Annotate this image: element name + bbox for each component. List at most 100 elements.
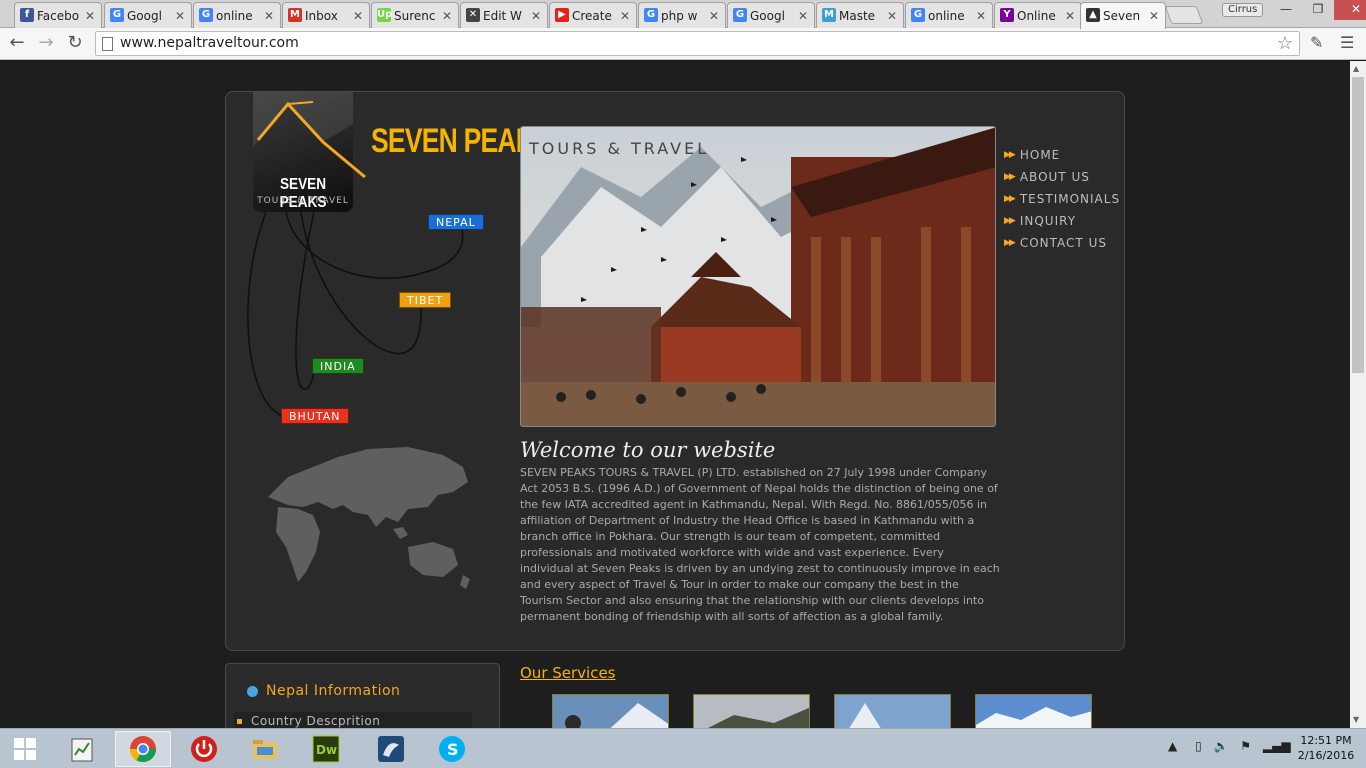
nav-contact-us[interactable]: ▶▶ CONTACT US (1004, 232, 1120, 254)
nav-about-us[interactable]: ▶▶ ABOUT US (1004, 166, 1120, 188)
country-tag-tibet[interactable]: TIBET (399, 292, 452, 308)
minimize-icon[interactable]: — (1270, 0, 1302, 20)
service-photo (553, 695, 668, 728)
start-button[interactable] (0, 731, 50, 767)
arrow-bullet-icon: ▶▶ (1004, 194, 1016, 204)
bookmark-star-icon[interactable]: ☆ (1277, 33, 1293, 54)
action-center-flag-icon[interactable]: ⚑ (1240, 739, 1251, 753)
browser-tab[interactable]: G Googl ✕ (104, 2, 192, 28)
tab-close-icon[interactable]: ✕ (709, 9, 719, 23)
browser-tab[interactable]: Gonline ✕ (905, 2, 993, 28)
taskbar-app-notepad[interactable] (54, 731, 110, 767)
tab-close-icon[interactable]: ✕ (1065, 9, 1075, 23)
browser-tab[interactable]: M Maste ✕ (816, 2, 904, 28)
chart-notepad-icon (71, 738, 93, 762)
tab-title: Inbox (305, 8, 338, 23)
temple-photo (521, 127, 995, 426)
dreamweaver-icon: Dw (312, 735, 340, 763)
show-hidden-icons-icon[interactable]: ▲ (1168, 739, 1177, 753)
browser-tab[interactable]: Gonline ✕ (193, 2, 281, 28)
page-scrollbar[interactable]: ▲ ▼ (1350, 61, 1366, 728)
tools-icon: ✕ (466, 8, 480, 22)
service-thumb-3[interactable] (834, 694, 951, 728)
nav-testimonials[interactable]: ▶▶ TESTIMONIALS (1004, 188, 1120, 210)
hero-image: TOURS & TRAVEL (520, 126, 996, 427)
url-text[interactable]: www.nepaltraveltour.com (120, 35, 299, 51)
tab-close-icon[interactable]: ✕ (353, 9, 363, 23)
square-bullet-icon (237, 719, 242, 724)
window-close-icon[interactable]: ✕ (1334, 0, 1366, 20)
tab-close-icon[interactable]: ✕ (175, 9, 185, 23)
service-thumb-2[interactable] (693, 694, 810, 728)
taskbar-app-dreamweaver[interactable]: Dw (298, 731, 354, 767)
new-tab-button[interactable] (1164, 6, 1204, 24)
tab-close-icon[interactable]: ✕ (620, 9, 630, 23)
tab-close-icon[interactable]: ✕ (85, 9, 95, 23)
service-thumb-1[interactable] (552, 694, 669, 728)
taskbar-app-power[interactable] (176, 731, 232, 767)
scroll-down-icon[interactable]: ▼ (1353, 715, 1359, 724)
page-icon (102, 37, 113, 51)
nepal-info-panel: Nepal Information Country Descprition (225, 663, 500, 728)
facebook-icon: f (20, 8, 34, 22)
forward-icon[interactable]: → (35, 33, 57, 55)
taskbar-app-skype[interactable]: S (424, 731, 480, 767)
browser-toolbar: ← → ↻ www.nepaltraveltour.com ☆ ✎ ☰ (0, 28, 1366, 60)
browser-tab[interactable]: ▲ Seven ✕ (1080, 2, 1166, 29)
tab-close-icon[interactable]: ✕ (531, 9, 541, 23)
youtube-icon: ▶ (555, 8, 569, 22)
address-bar[interactable]: www.nepaltraveltour.com ☆ (95, 31, 1300, 56)
network-icon[interactable]: ▂▄▆ (1263, 739, 1291, 753)
reload-icon[interactable]: ↻ (64, 33, 86, 55)
browser-tab[interactable]: G Googl ✕ (727, 2, 815, 28)
service-photo (694, 695, 809, 728)
browser-tab[interactable]: f Facebo ✕ (14, 2, 102, 28)
tab-close-icon[interactable]: ✕ (442, 9, 452, 23)
tab-close-icon[interactable]: ✕ (976, 9, 986, 23)
battery-icon[interactable]: ▯ (1195, 739, 1202, 753)
browser-tab[interactable]: ▶ Create ✕ (549, 2, 637, 28)
maximize-icon[interactable]: ❐ (1302, 0, 1334, 20)
google-icon: G (644, 8, 658, 22)
yahoo-icon: Y (1000, 8, 1014, 22)
tab-close-icon[interactable]: ✕ (798, 9, 808, 23)
country-tag-india[interactable]: INDIA (312, 358, 364, 374)
country-tag-nepal[interactable]: NEPAL (428, 214, 484, 230)
info-link-country-description[interactable]: Country Descprition (234, 712, 472, 728)
window-controls: — ❐ ✕ (1270, 0, 1366, 20)
taskbar-clock[interactable]: 12:51 PM 2/16/2016 (1296, 733, 1356, 763)
volume-icon[interactable]: 🔈 (1214, 739, 1229, 753)
back-icon[interactable]: ← (6, 33, 28, 55)
browser-tab[interactable]: ✕ Edit W ✕ (460, 2, 548, 28)
scroll-thumb[interactable] (1352, 77, 1364, 373)
browser-tab[interactable]: Up Surenc ✕ (371, 2, 459, 28)
tab-close-icon[interactable]: ✕ (887, 9, 897, 23)
main-nav: ▶▶ HOME ▶▶ ABOUT US ▶▶ TESTIMONIALS ▶▶ INQUI… (1004, 144, 1120, 254)
folder-icon (253, 740, 277, 759)
taskbar-app-explorer[interactable] (237, 731, 293, 767)
nav-inquiry[interactable]: ▶▶ INQUIRY (1004, 210, 1120, 232)
browser-tab[interactable]: Y Online ✕ (994, 2, 1082, 28)
eyedropper-extension-icon[interactable]: ✎ (1310, 33, 1323, 52)
system-tray: ▲ ▯ 🔈 ⚑ ▂▄▆ (1168, 739, 1291, 753)
service-thumb-4[interactable] (975, 694, 1092, 728)
arrow-bullet-icon: ▶▶ (1004, 238, 1016, 248)
logo[interactable]: SEVEN PEAKS TOURS & TRAVEL (253, 92, 366, 212)
country-tag-bhutan[interactable]: BHUTAN (281, 408, 349, 424)
google-icon: G (199, 8, 213, 22)
browser-tab[interactable]: Gphp w ✕ (638, 2, 726, 28)
menu-icon[interactable]: ☰ (1340, 33, 1354, 52)
tab-close-icon[interactable]: ✕ (264, 9, 274, 23)
services-heading[interactable]: Our Services (520, 664, 616, 682)
tab-close-icon[interactable]: ✕ (1149, 9, 1159, 23)
nav-home[interactable]: ▶▶ HOME (1004, 144, 1120, 166)
service-photo (835, 695, 950, 728)
info-bullet-icon (247, 686, 258, 697)
taskbar-app-mysql[interactable] (363, 731, 419, 767)
profile-button[interactable]: Cirrus (1222, 3, 1264, 17)
taskbar-app-chrome[interactable] (115, 731, 171, 767)
power-icon (191, 736, 217, 762)
tab-title: Googl (127, 8, 162, 23)
browser-tab[interactable]: M Inbox ✕ (282, 2, 370, 28)
scroll-up-icon[interactable]: ▲ (1353, 64, 1359, 73)
